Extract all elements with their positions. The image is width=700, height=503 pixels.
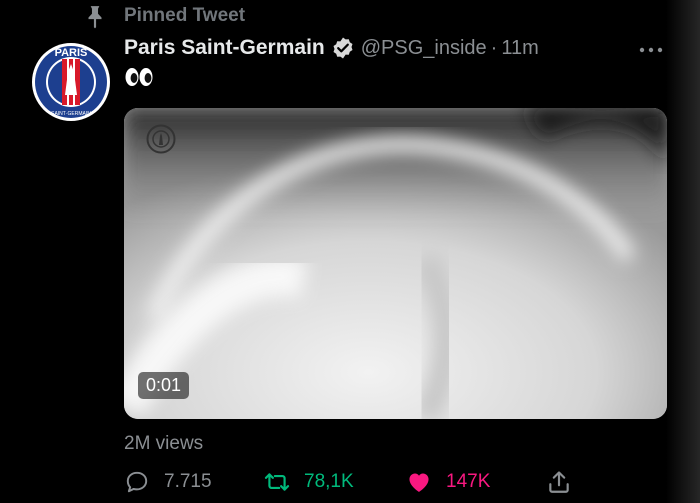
view-count[interactable]: 2M views (124, 433, 203, 455)
svg-text:PARIS: PARIS (55, 47, 88, 59)
svg-text:SAINT·GERMAIN: SAINT·GERMAIN (51, 111, 91, 117)
heart-icon (409, 473, 429, 492)
pinned-tweet[interactable]: Pinned Tweet PARIS SAINT·GERMAIN Paris S… (0, 0, 700, 503)
edge-shadow (666, 0, 700, 503)
pin-icon (88, 6, 102, 29)
like-button[interactable]: 147K (406, 466, 490, 498)
user-handle[interactable]: @PSG_inside (361, 37, 487, 60)
more-options-icon[interactable] (638, 40, 664, 60)
video-duration: 0:01 (138, 372, 190, 399)
eyes-emoji-icon (125, 68, 153, 86)
psg-logo-icon (146, 124, 176, 154)
retweet-icon (264, 473, 290, 491)
pinned-row (82, 4, 108, 30)
video-player[interactable]: 0:01 (124, 108, 667, 419)
avatar[interactable]: PARIS SAINT·GERMAIN (31, 42, 111, 122)
pinned-label: Pinned Tweet (124, 5, 246, 26)
video-frame (124, 108, 667, 419)
share-button[interactable] (546, 466, 586, 498)
tweet-text (124, 66, 154, 94)
reply-icon (126, 471, 148, 493)
separator-dot: · (490, 36, 498, 59)
reply-count: 7.715 (164, 471, 212, 492)
verified-badge-icon (333, 37, 353, 59)
display-name[interactable]: Paris Saint-Germain (124, 36, 325, 60)
retweet-button[interactable]: 78,1K (264, 466, 354, 498)
retweet-count: 78,1K (304, 471, 354, 492)
timestamp[interactable]: 11m (501, 37, 538, 60)
reply-button[interactable]: 7.715 (124, 466, 212, 498)
action-bar: 7.715 78,1K 147K (124, 466, 584, 498)
like-count: 147K (446, 471, 491, 492)
tweet-header: Paris Saint-Germain @PSG_inside · 11m (124, 36, 539, 60)
share-icon (549, 471, 569, 493)
